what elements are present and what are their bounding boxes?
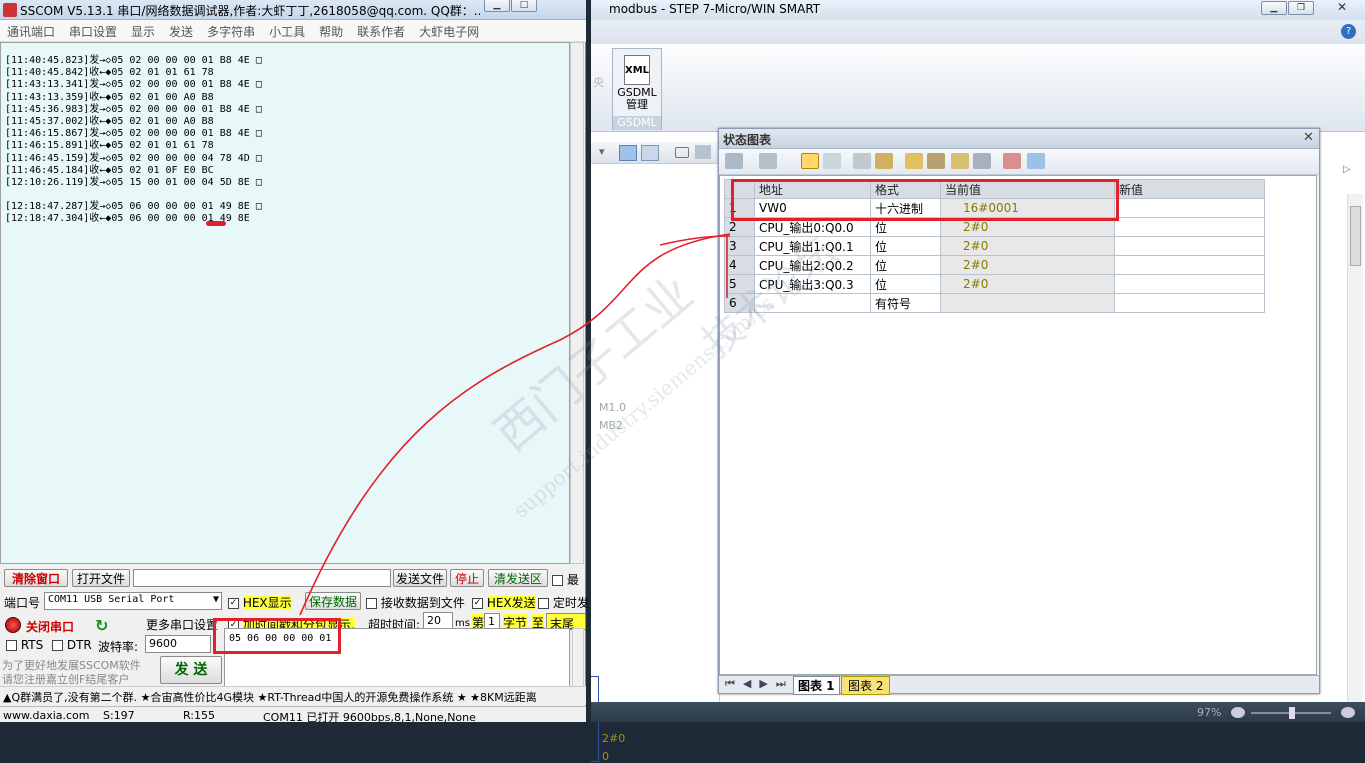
bg-value: 0: [602, 750, 609, 763]
annotation-arrow: [299, 233, 731, 616]
bg-value: 2#0: [602, 732, 626, 745]
